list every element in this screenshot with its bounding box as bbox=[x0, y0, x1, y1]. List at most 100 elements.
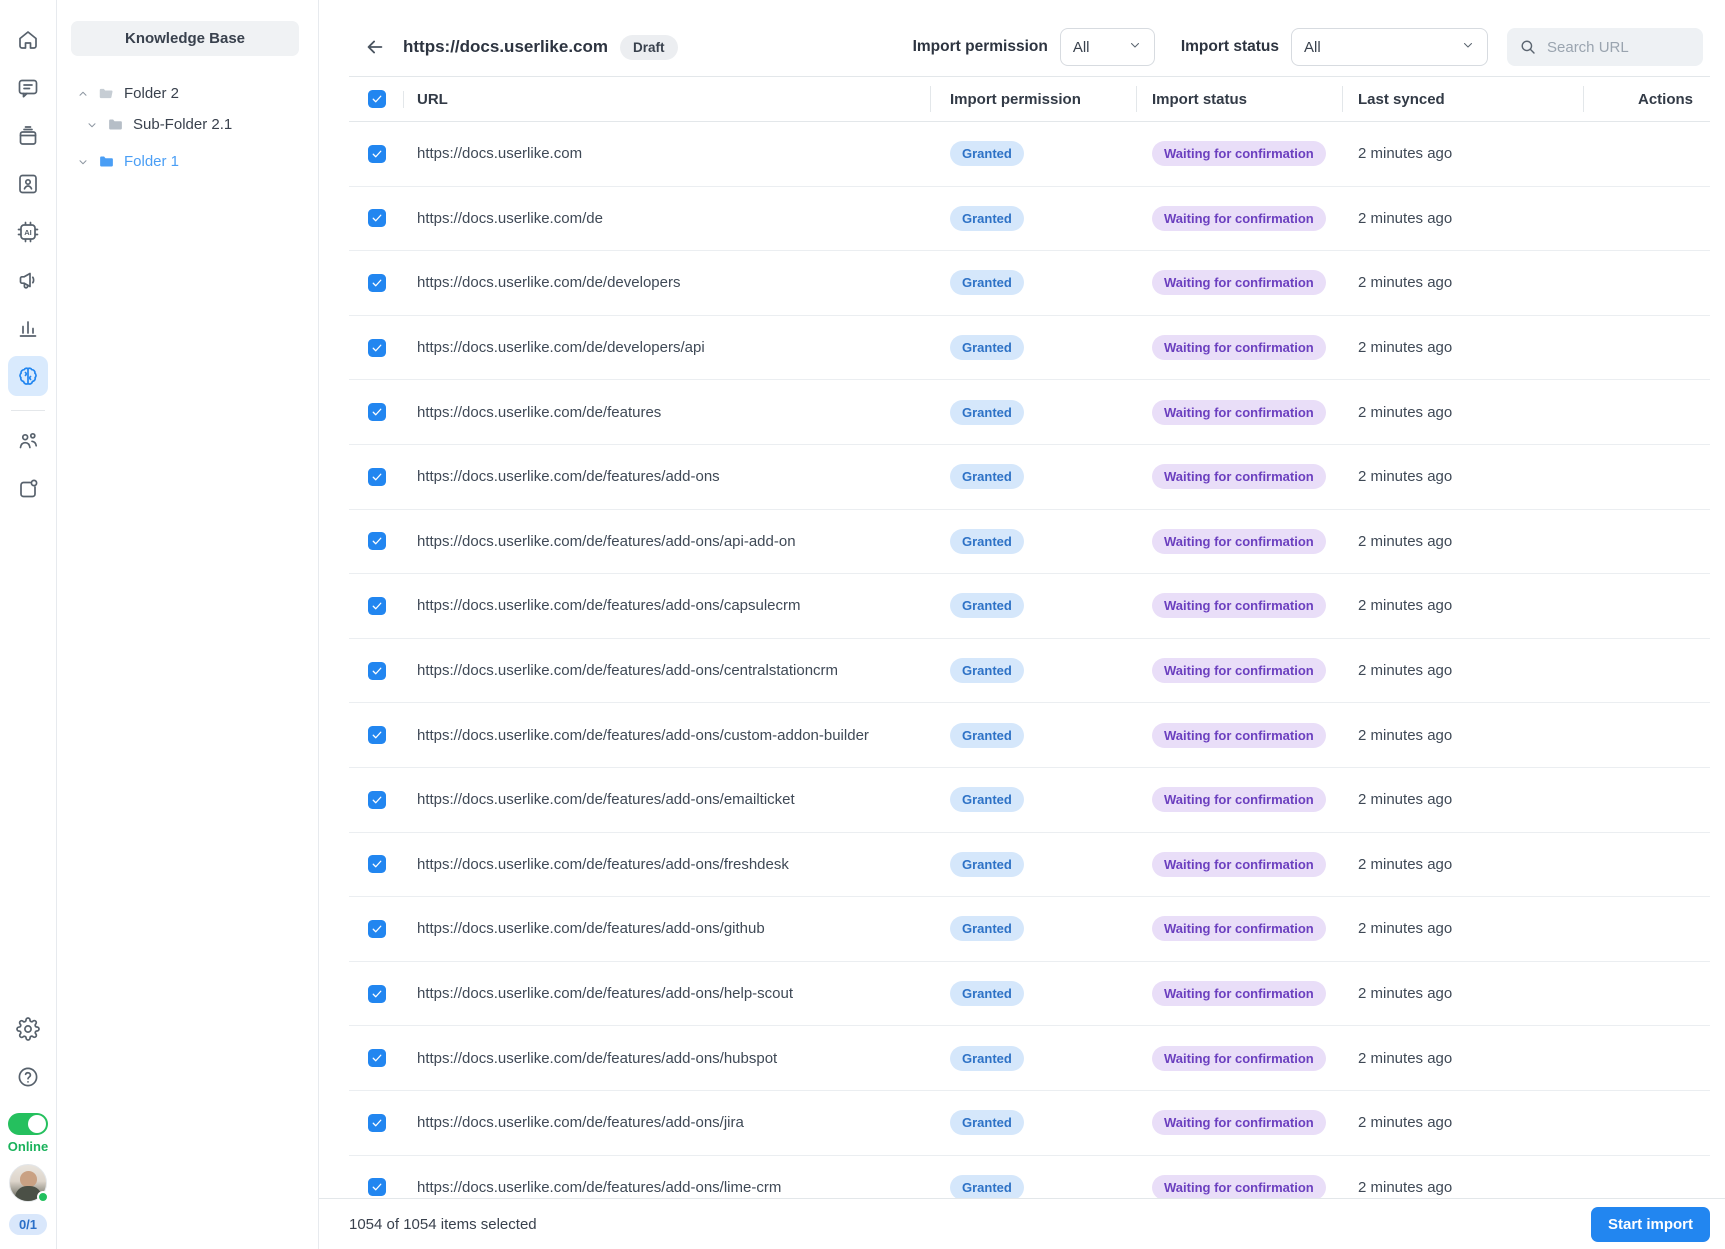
back-button[interactable] bbox=[362, 34, 388, 60]
permission-badge: Granted bbox=[950, 270, 1024, 296]
permission-badge: Granted bbox=[950, 658, 1024, 684]
tree-item-folder-2[interactable]: Folder 2 bbox=[57, 78, 318, 109]
filter-bar: Import permission All Import status All bbox=[913, 28, 1703, 66]
capacity-badge: 0/1 bbox=[8, 1214, 48, 1235]
last-synced-value: 2 minutes ago bbox=[1358, 532, 1453, 550]
tree-item-label: Folder 1 bbox=[124, 153, 180, 170]
row-checkbox[interactable] bbox=[368, 984, 386, 1003]
help-icon[interactable] bbox=[8, 1057, 48, 1097]
ai-automation-icon[interactable]: AI bbox=[8, 212, 48, 252]
row-url: https://docs.userlike.com/de/features/ad… bbox=[417, 985, 794, 1003]
table-row: https://docs.userlike.com/de/developers/… bbox=[349, 316, 1710, 381]
permission-badge: Granted bbox=[950, 335, 1024, 361]
row-url: https://docs.userlike.com/de/features/ad… bbox=[417, 662, 839, 680]
table-row: https://docs.userlike.com/de/features/ad… bbox=[349, 1091, 1710, 1156]
icon-rail: AI Online 0/1 bbox=[0, 0, 57, 1249]
row-checkbox[interactable] bbox=[368, 661, 386, 680]
settings-icon[interactable] bbox=[8, 1009, 48, 1049]
team-icon[interactable] bbox=[8, 421, 48, 461]
start-import-button[interactable]: Start import bbox=[1590, 1206, 1710, 1242]
home-icon[interactable] bbox=[8, 20, 48, 60]
tree-item-label: Sub-Folder 2.1 bbox=[133, 116, 233, 133]
last-synced-value: 2 minutes ago bbox=[1358, 1049, 1453, 1067]
table-body: https://docs.userlike.com Granted Waitin… bbox=[349, 122, 1710, 1221]
status-badge: Waiting for confirmation bbox=[1152, 528, 1326, 554]
announcements-icon[interactable] bbox=[8, 260, 48, 300]
status-badge: Waiting for confirmation bbox=[1152, 270, 1326, 296]
row-checkbox[interactable] bbox=[368, 209, 386, 228]
select-value: All bbox=[1304, 38, 1321, 56]
panel-title: Knowledge Base bbox=[71, 21, 299, 56]
import-permission-select[interactable]: All bbox=[1059, 28, 1155, 66]
table-row: https://docs.userlike.com/de/features/ad… bbox=[349, 639, 1710, 704]
last-synced-value: 2 minutes ago bbox=[1358, 662, 1453, 680]
row-url: https://docs.userlike.com/de/features bbox=[417, 403, 662, 421]
column-header-url: URL bbox=[403, 91, 930, 108]
contacts-icon[interactable] bbox=[8, 164, 48, 204]
online-toggle[interactable] bbox=[8, 1113, 48, 1135]
integrations-icon[interactable] bbox=[8, 469, 48, 509]
search-icon bbox=[1521, 40, 1535, 54]
row-checkbox[interactable] bbox=[368, 1049, 386, 1068]
app-window: AI Online 0/1 Knowledge Base Folder 2 Su… bbox=[0, 0, 1725, 1249]
selection-count-text: 1054 of 1054 items selected bbox=[349, 1215, 537, 1233]
row-checkbox[interactable] bbox=[368, 790, 386, 809]
footer-bar: 1054 of 1054 items selected Start import bbox=[319, 1198, 1725, 1249]
import-status-select[interactable]: All bbox=[1291, 28, 1488, 66]
table-row: https://docs.userlike.com/de/features/ad… bbox=[349, 445, 1710, 510]
inbox-icon[interactable] bbox=[8, 116, 48, 156]
table-row: https://docs.userlike.com/de/features/ad… bbox=[349, 510, 1710, 575]
tree-item-folder-1[interactable]: Folder 1 bbox=[57, 146, 318, 177]
status-badge: Waiting for confirmation bbox=[1152, 1174, 1326, 1200]
table-row: https://docs.userlike.com/de/features/ad… bbox=[349, 833, 1710, 898]
row-checkbox[interactable] bbox=[368, 403, 386, 422]
row-checkbox[interactable] bbox=[368, 273, 386, 292]
row-checkbox[interactable] bbox=[368, 1178, 386, 1197]
table-row: https://docs.userlike.com Granted Waitin… bbox=[349, 122, 1710, 187]
status-badge: Waiting for confirmation bbox=[1152, 205, 1326, 231]
chevron-down-icon bbox=[1128, 38, 1142, 56]
row-url: https://docs.userlike.com/de/features/ad… bbox=[417, 597, 801, 615]
row-checkbox[interactable] bbox=[368, 532, 386, 551]
folder-open-icon bbox=[98, 85, 115, 102]
messages-icon[interactable] bbox=[8, 68, 48, 108]
row-checkbox[interactable] bbox=[368, 855, 386, 874]
row-checkbox[interactable] bbox=[368, 596, 386, 615]
search-input[interactable] bbox=[1547, 38, 1677, 56]
last-synced-value: 2 minutes ago bbox=[1358, 920, 1453, 938]
status-badge: Waiting for confirmation bbox=[1152, 787, 1326, 813]
chevron-down-icon[interactable] bbox=[77, 156, 89, 168]
tree-item-sub-folder-2-1[interactable]: Sub-Folder 2.1 bbox=[57, 109, 318, 140]
row-checkbox[interactable] bbox=[368, 726, 386, 745]
chevron-up-icon[interactable] bbox=[77, 88, 89, 100]
status-badge: Waiting for confirmation bbox=[1152, 335, 1326, 361]
status-badge: Waiting for confirmation bbox=[1152, 658, 1326, 684]
row-checkbox[interactable] bbox=[368, 1113, 386, 1132]
row-url: https://docs.userlike.com/de/features/ad… bbox=[417, 920, 765, 938]
draft-status-badge: Draft bbox=[620, 34, 678, 60]
last-synced-value: 2 minutes ago bbox=[1358, 1114, 1453, 1132]
permission-badge: Granted bbox=[950, 981, 1024, 1007]
last-synced-value: 2 minutes ago bbox=[1358, 791, 1453, 809]
row-checkbox[interactable] bbox=[368, 919, 386, 938]
chevron-down-icon[interactable] bbox=[86, 119, 98, 131]
row-url: https://docs.userlike.com/de/features/ad… bbox=[417, 726, 869, 744]
row-url: https://docs.userlike.com/de/features/ad… bbox=[417, 1049, 778, 1067]
last-synced-value: 2 minutes ago bbox=[1358, 339, 1453, 357]
row-checkbox[interactable] bbox=[368, 467, 386, 486]
column-header-last-synced: Last synced bbox=[1342, 91, 1583, 108]
select-all-checkbox[interactable] bbox=[368, 90, 386, 108]
last-synced-value: 2 minutes ago bbox=[1358, 274, 1453, 292]
status-badge: Waiting for confirmation bbox=[1152, 141, 1326, 167]
presence-dot bbox=[37, 1191, 49, 1203]
row-url: https://docs.userlike.com/de/features/ad… bbox=[417, 468, 720, 486]
main-content: https://docs.userlike.com Draft Import p… bbox=[319, 0, 1725, 1249]
row-checkbox[interactable] bbox=[368, 144, 386, 163]
table-row: https://docs.userlike.com/de/features Gr… bbox=[349, 380, 1710, 445]
row-checkbox[interactable] bbox=[368, 338, 386, 357]
knowledge-base-icon[interactable] bbox=[8, 356, 48, 396]
table-header-row: URL Import permission Import status Last… bbox=[349, 76, 1710, 122]
online-label: Online bbox=[7, 1139, 49, 1154]
permission-badge: Granted bbox=[950, 464, 1024, 490]
analytics-icon[interactable] bbox=[8, 308, 48, 348]
